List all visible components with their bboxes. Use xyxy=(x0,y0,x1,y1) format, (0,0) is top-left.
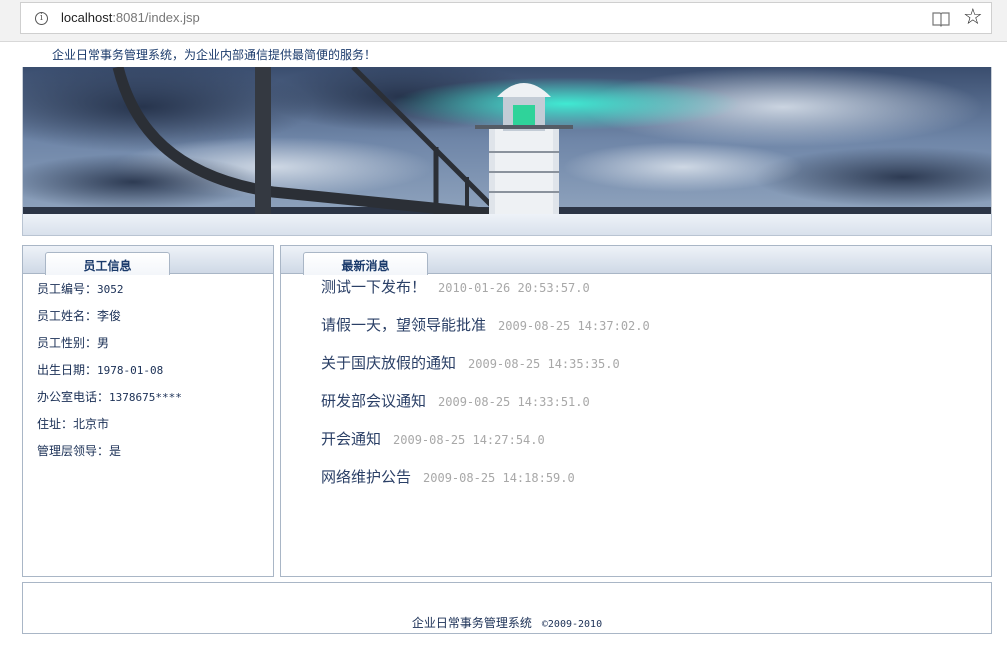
list-item: 请假一天，望领导能批准 2009-08-25 14:37:02.0 xyxy=(321,314,650,352)
employee-manager-value: 是 xyxy=(109,444,122,458)
browser-toolbar: i localhost:8081/index.jsp ☆ xyxy=(0,0,1007,42)
employee-birthdate-row: 出生日期：1978-01-08 xyxy=(37,361,182,388)
url-text[interactable]: localhost:8081/index.jsp xyxy=(61,10,200,25)
news-title-link[interactable]: 开会通知 xyxy=(321,430,381,448)
list-item: 开会通知 2009-08-25 14:27:54.0 xyxy=(321,428,650,466)
employee-panel-header: 员工信息 xyxy=(23,246,273,275)
news-date: 2009-08-25 14:18:59.0 xyxy=(423,471,575,485)
list-item: 研发部会议通知 2009-08-25 14:33:51.0 xyxy=(321,390,650,428)
employee-address-value: 北京市 xyxy=(73,417,110,431)
news-date: 2009-08-25 14:37:02.0 xyxy=(498,319,650,333)
news-date: 2010-01-26 20:53:57.0 xyxy=(438,281,590,295)
tab-latest-news[interactable]: 最新消息 xyxy=(303,252,428,275)
url-path: :8081/index.jsp xyxy=(112,10,200,25)
field-label: 管理层领导： xyxy=(37,444,110,458)
header-banner xyxy=(22,67,992,214)
employee-gender-value: 男 xyxy=(97,336,110,350)
employee-info-panel: 员工信息 员工编号：3052 员工姓名：李俊 员工性别：男 出生日期：1978-… xyxy=(22,245,274,577)
employee-phone-value: 1378675**** xyxy=(109,391,182,404)
list-item: 关于国庆放假的通知 2009-08-25 14:35:35.0 xyxy=(321,352,650,390)
field-label: 员工姓名： xyxy=(37,309,98,323)
url-host: localhost xyxy=(61,10,113,25)
field-label: 住址： xyxy=(37,417,74,431)
employee-field-list: 员工编号：3052 员工姓名：李俊 员工性别：男 出生日期：1978-01-08… xyxy=(37,280,182,469)
news-panel-header: 最新消息 xyxy=(281,246,991,275)
employee-manager-row: 管理层领导：是 xyxy=(37,442,182,469)
employee-address-row: 住址：北京市 xyxy=(37,415,182,442)
employee-name-row: 员工姓名：李俊 xyxy=(37,307,182,334)
news-date: 2009-08-25 14:33:51.0 xyxy=(438,395,590,409)
employee-id-row: 员工编号：3052 xyxy=(37,280,182,307)
news-title-link[interactable]: 网络维护公告 xyxy=(321,468,411,486)
lighthouse-banner-image xyxy=(23,67,991,214)
news-date: 2009-08-25 14:35:35.0 xyxy=(468,357,620,371)
page-footer: 企业日常事务管理系统 ©2009-2010 xyxy=(22,582,992,634)
latest-news-panel: 最新消息 测试一下发布！ 2010-01-26 20:53:57.0 请假一天，望… xyxy=(280,245,992,577)
employee-gender-row: 员工性别：男 xyxy=(37,334,182,361)
field-label: 办公室电话： xyxy=(37,390,110,404)
news-title-link[interactable]: 研发部会议通知 xyxy=(321,392,426,410)
info-icon[interactable]: i xyxy=(35,12,48,25)
field-label: 员工编号： xyxy=(37,282,98,296)
site-tagline: 企业日常事务管理系统，为企业内部通信提供最简便的服务！ xyxy=(52,48,377,62)
news-list: 测试一下发布！ 2010-01-26 20:53:57.0 请假一天，望领导能批准… xyxy=(321,276,650,504)
employee-birthdate-value: 1978-01-08 xyxy=(97,364,164,377)
news-title-link[interactable]: 测试一下发布！ xyxy=(321,278,426,296)
field-label: 员工性别： xyxy=(37,336,98,350)
address-bar[interactable]: i localhost:8081/index.jsp ☆ xyxy=(20,2,992,34)
favorite-star-icon[interactable]: ☆ xyxy=(963,6,983,30)
list-item: 测试一下发布！ 2010-01-26 20:53:57.0 xyxy=(321,276,650,314)
news-title-link[interactable]: 关于国庆放假的通知 xyxy=(321,354,456,372)
reading-view-icon[interactable] xyxy=(931,10,951,28)
employee-phone-row: 办公室电话：1378675**** xyxy=(37,388,182,415)
footer-text: 企业日常事务管理系统 ©2009-2010 xyxy=(23,614,991,631)
banner-bottom-bar xyxy=(22,214,992,236)
list-item: 网络维护公告 2009-08-25 14:18:59.0 xyxy=(321,466,650,504)
news-date: 2009-08-25 14:27:54.0 xyxy=(393,433,545,447)
tab-employee-info[interactable]: 员工信息 xyxy=(45,252,170,275)
news-title-link[interactable]: 请假一天，望领导能批准 xyxy=(321,316,486,334)
field-label: 出生日期： xyxy=(37,363,98,377)
footer-copyright: ©2009-2010 xyxy=(541,619,603,630)
employee-id-value: 3052 xyxy=(97,283,124,296)
footer-system-name: 企业日常事务管理系统 xyxy=(411,616,532,630)
employee-name-value: 李俊 xyxy=(97,309,122,323)
